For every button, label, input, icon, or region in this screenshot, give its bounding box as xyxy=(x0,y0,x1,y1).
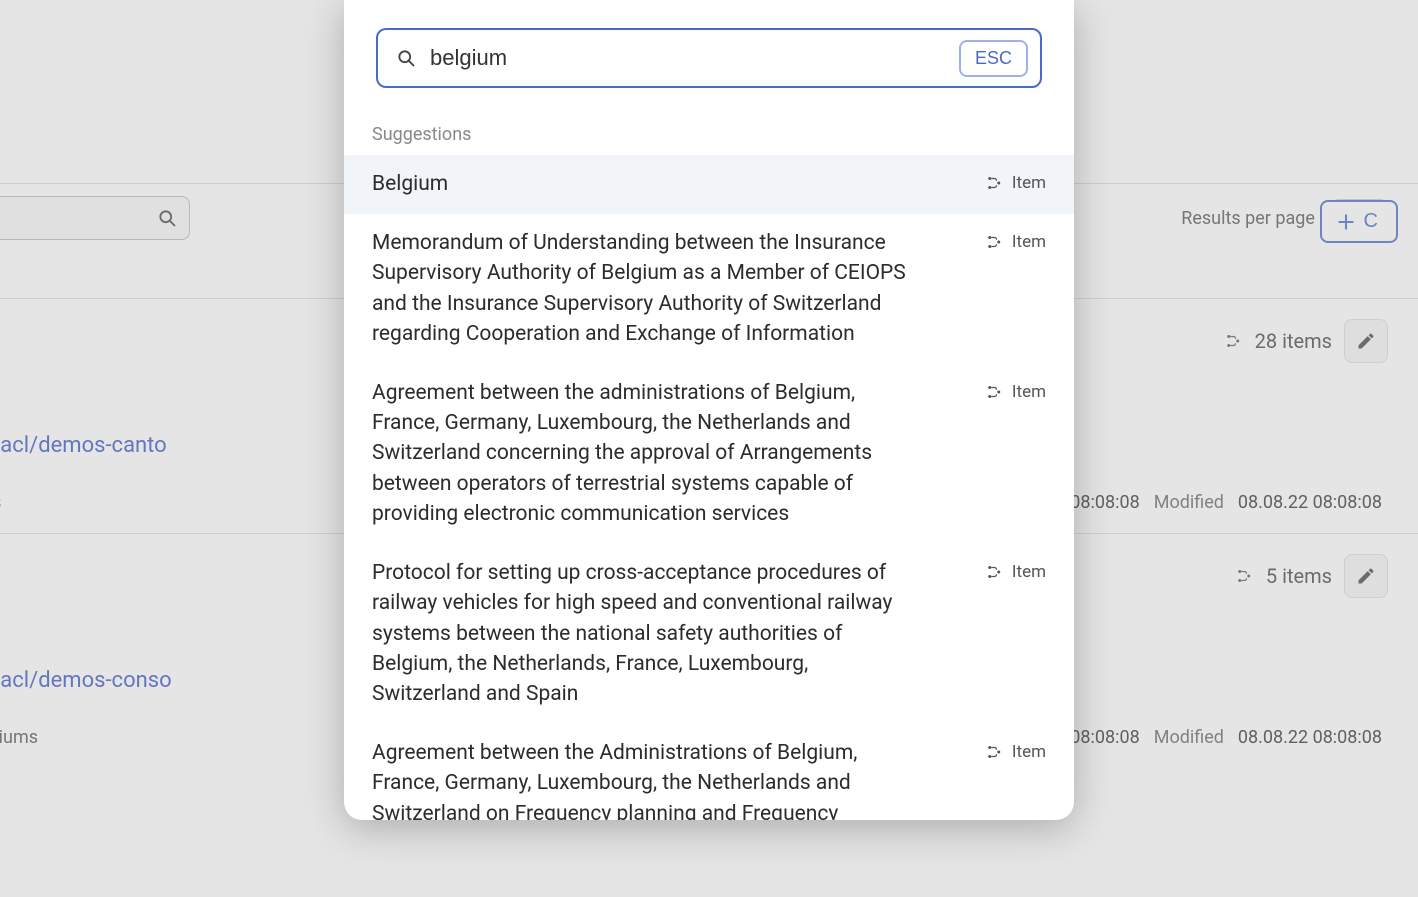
suggestion-item[interactable]: Agreement between the Administrations of… xyxy=(344,724,1074,820)
esc-button[interactable]: ESC xyxy=(959,40,1028,77)
search-modal: ESC Suggestions Belgium Item Memorandum of… xyxy=(344,0,1074,820)
suggestion-kind: Item xyxy=(986,378,1046,402)
item-icon xyxy=(986,383,1004,401)
suggestion-title: Memorandum of Understanding between the … xyxy=(372,228,912,350)
suggestion-title: Agreement between the administrations of… xyxy=(372,378,912,530)
suggestions-label: Suggestions xyxy=(344,120,1074,155)
search-results[interactable]: Suggestions Belgium Item Memorandum of Und… xyxy=(344,120,1074,820)
suggestion-item[interactable]: Protocol for setting up cross-acceptance… xyxy=(344,544,1074,724)
suggestion-title: Belgium xyxy=(372,169,448,199)
suggestion-kind: Item xyxy=(986,228,1046,252)
search-icon xyxy=(396,48,416,68)
search-input[interactable] xyxy=(430,45,945,71)
search-field-wrap: ESC xyxy=(376,28,1042,88)
suggestion-title: Agreement between the Administrations of… xyxy=(372,738,912,820)
suggestion-kind: Item xyxy=(986,738,1046,762)
suggestion-item[interactable]: Agreement between the administrations of… xyxy=(344,364,1074,544)
item-icon xyxy=(986,743,1004,761)
item-icon xyxy=(986,563,1004,581)
suggestion-kind: Item xyxy=(986,558,1046,582)
suggestion-kind: Item xyxy=(986,169,1046,193)
suggestion-item[interactable]: Belgium Item xyxy=(344,155,1074,213)
suggestion-item[interactable]: Memorandum of Understanding between the … xyxy=(344,214,1074,364)
suggestion-title: Protocol for setting up cross-acceptance… xyxy=(372,558,912,710)
item-icon xyxy=(986,174,1004,192)
item-icon xyxy=(986,233,1004,251)
